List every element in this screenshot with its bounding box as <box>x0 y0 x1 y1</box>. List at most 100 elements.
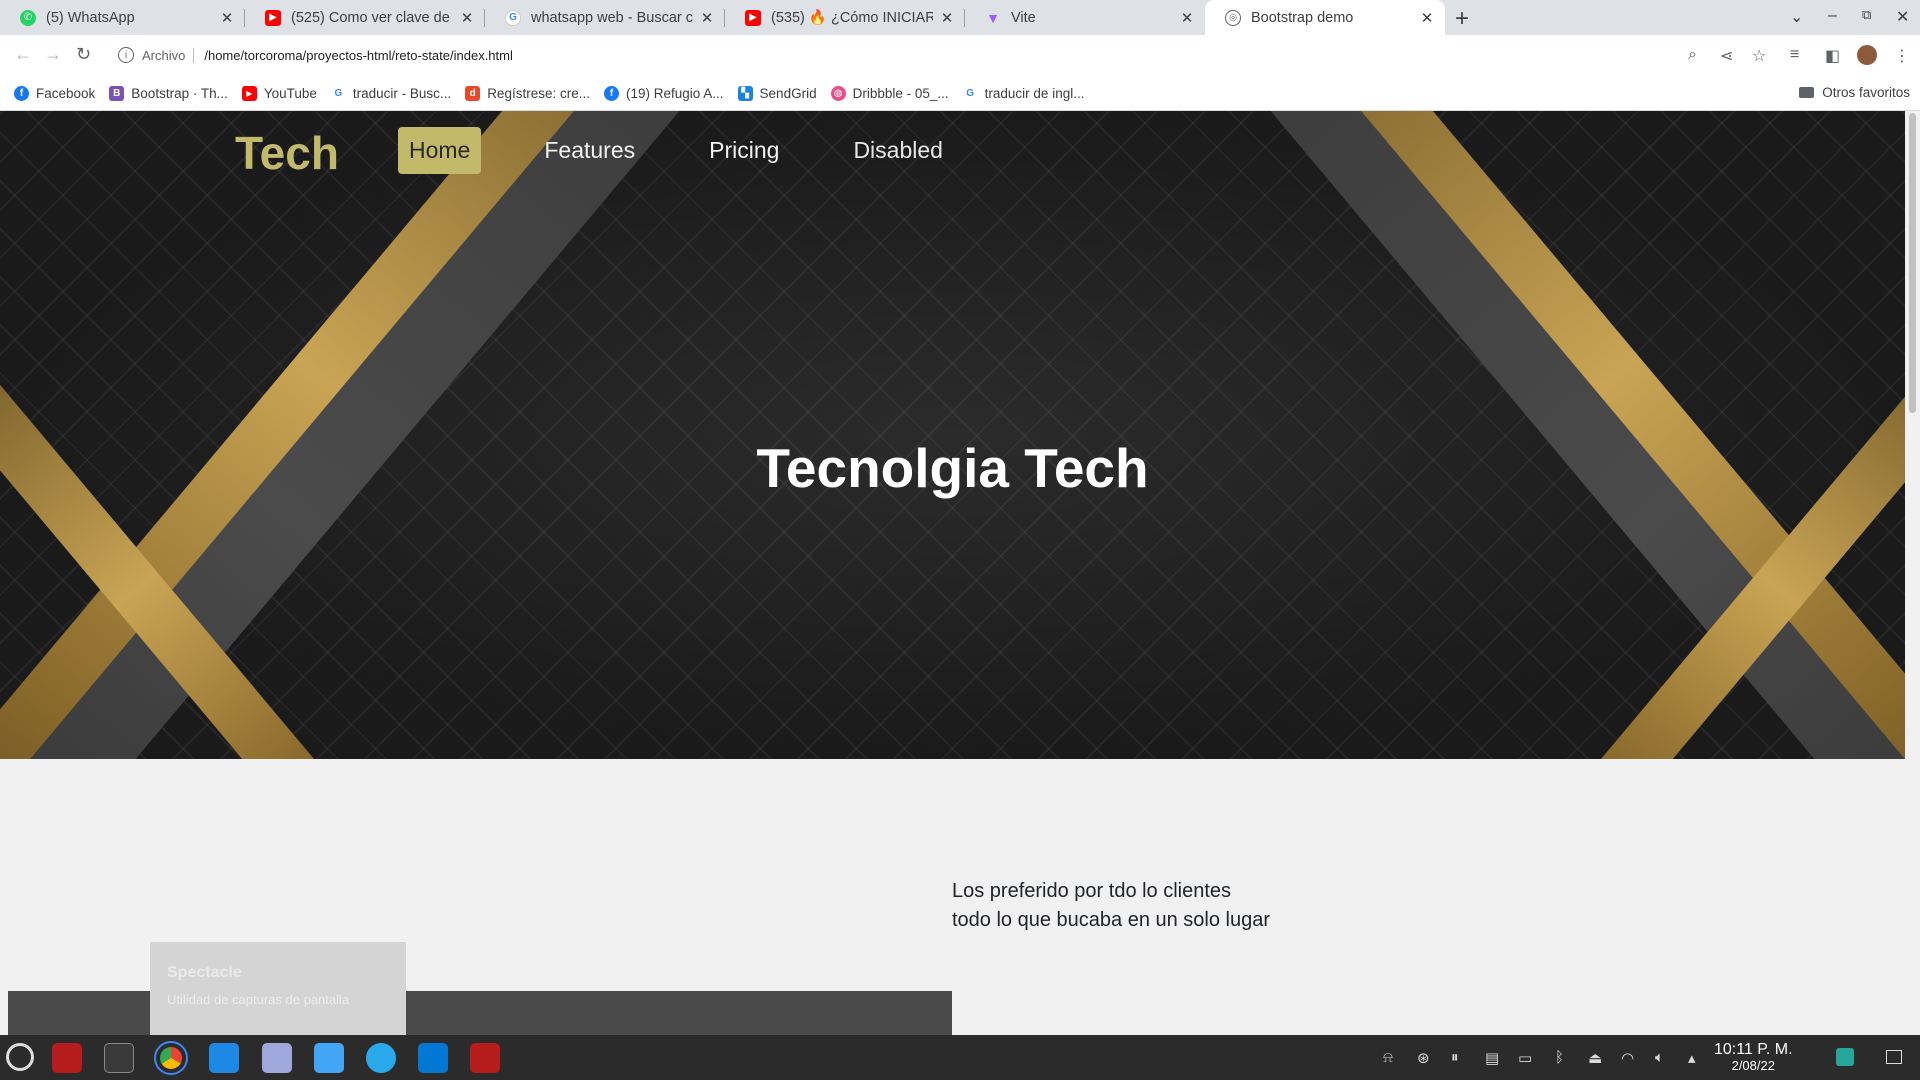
app-launcher-icon[interactable] <box>6 1043 34 1071</box>
google-icon: G <box>505 9 521 26</box>
vscode-icon[interactable] <box>418 1043 448 1073</box>
hero-title: Tecnolgia Tech <box>756 437 1149 499</box>
new-tab-button[interactable]: + <box>1455 5 1469 33</box>
bookmark-traducir-ingles[interactable]: G traducir de ingl... <box>962 85 1085 101</box>
file-manager-icon[interactable] <box>314 1043 344 1073</box>
share-icon[interactable]: ⋖ <box>1720 46 1733 66</box>
close-icon[interactable]: ✕ <box>1419 9 1435 27</box>
spectacle-icon[interactable] <box>262 1043 292 1073</box>
tab-title: (5) WhatsApp <box>46 9 135 26</box>
zoom-icon[interactable]: ⌕ <box>1688 46 1697 64</box>
back-icon[interactable]: ← <box>14 44 32 65</box>
system-taskbar: ⍾ ⊛ ⏸ ▤ ▭ ᛒ ⏏ ◠ 🔈︎ ▴ 10:11 P. M. 2/08/22 <box>0 1035 1920 1080</box>
nav-features[interactable]: Features <box>533 127 646 174</box>
address-bar[interactable]: i Archivo /home/torcoroma/proyectos-html… <box>110 40 1700 70</box>
bookmark-sendgrid[interactable]: ▚ SendGrid <box>737 85 817 101</box>
battery-icon[interactable]: ▭ <box>1518 1049 1532 1067</box>
bookmark-refugio[interactable]: f (19) Refugio A... <box>603 85 724 101</box>
bookmark-registrese[interactable]: d Regístrese: cre... <box>465 85 590 101</box>
bookmark-label: traducir de ingl... <box>984 85 1085 101</box>
bookmarks-bar: f Facebook B Bootstrap · Th... ▶ YouTube… <box>0 76 1920 111</box>
usb-icon[interactable]: ⏏ <box>1588 1049 1602 1067</box>
bookmark-bootstrap[interactable]: B Bootstrap · Th... <box>109 85 228 101</box>
clipboard-icon[interactable]: ▤ <box>1485 1049 1499 1067</box>
scrollbar-thumb[interactable] <box>1909 113 1916 413</box>
nav-disabled: Disabled <box>853 137 943 163</box>
terminal-icon[interactable] <box>470 1043 500 1073</box>
bookmark-youtube[interactable]: ▶ YouTube <box>241 85 317 101</box>
address-url[interactable]: /home/torcoroma/proyectos-html/reto-stat… <box>204 48 513 63</box>
close-icon[interactable]: ✕ <box>459 9 475 27</box>
nav-home[interactable]: Home <box>398 127 482 174</box>
bookmark-facebook[interactable]: f Facebook <box>14 85 96 101</box>
content-line-1: Los preferido por tdo lo clientes <box>952 880 1232 902</box>
show-desktop-icon[interactable] <box>1886 1050 1902 1064</box>
window-close-icon[interactable]: ✕ <box>1896 7 1909 27</box>
profile-avatar[interactable] <box>1857 45 1877 65</box>
tab-google-search[interactable]: G whatsapp web - Buscar c ✕ <box>485 0 725 35</box>
side-panel-icon[interactable]: ◧ <box>1825 46 1840 66</box>
other-bookmarks-label: Otros favoritos <box>1822 85 1910 100</box>
bookmark-label: Regístrese: cre... <box>487 85 590 101</box>
content-line-2: todo lo que bucaba en un solo lugar <box>952 909 1271 931</box>
youtube-icon: ▶ <box>745 9 761 26</box>
other-bookmarks[interactable]: Otros favoritos <box>1799 85 1910 100</box>
tray-expand-icon[interactable]: ▴ <box>1688 1049 1696 1067</box>
bluetooth-icon[interactable]: ᛒ <box>1555 1049 1564 1066</box>
close-icon[interactable]: ✕ <box>699 9 715 27</box>
bootstrap-icon: B <box>109 85 125 101</box>
tab-youtube-1[interactable]: ▶ (525) Como ver clave de ✕ <box>245 0 485 35</box>
system-monitor-icon[interactable] <box>52 1043 82 1073</box>
page-scrollbar[interactable] <box>1905 111 1920 1035</box>
nav-pricing[interactable]: Pricing <box>698 127 790 174</box>
app-tray-icon[interactable] <box>1836 1048 1854 1066</box>
navbar-brand[interactable]: Tech <box>235 126 339 180</box>
bookmark-star-icon[interactable]: ☆ <box>1752 46 1766 66</box>
youtube-icon: ▶ <box>265 9 281 26</box>
menu-icon[interactable]: ⋮ <box>1894 46 1910 66</box>
notifications-icon[interactable]: ⍾ <box>1383 1049 1393 1066</box>
volume-icon[interactable]: 🔈︎ <box>1655 1049 1664 1066</box>
globe-icon: ◎ <box>1225 9 1241 26</box>
dribbble-icon: ◍ <box>830 85 846 101</box>
settings-icon[interactable] <box>104 1043 134 1073</box>
tab-title: Vite <box>1011 9 1036 26</box>
media-control-icon[interactable]: ≡ <box>1790 46 1799 64</box>
tab-search-icon[interactable]: ⌄ <box>1790 7 1803 27</box>
site-info-icon[interactable]: i <box>118 47 134 63</box>
tab-vite[interactable]: ▼ Vite ✕ <box>965 0 1205 35</box>
update-icon[interactable]: ⊛ <box>1417 1049 1430 1067</box>
bookmark-dribbble[interactable]: ◍ Dribbble - 05_... <box>830 85 949 101</box>
close-icon[interactable]: ✕ <box>219 9 235 27</box>
vite-icon: ▼ <box>986 9 1000 26</box>
bookmark-label: Dribbble - 05_... <box>852 85 949 101</box>
media-pause-icon[interactable]: ⏸ <box>1451 1049 1459 1066</box>
youtube-icon: ▶ <box>241 85 257 101</box>
whatsapp-icon: ✆ <box>20 9 36 26</box>
wifi-icon[interactable]: ◠ <box>1621 1049 1634 1067</box>
telegram-icon[interactable] <box>366 1043 396 1073</box>
tab-youtube-2[interactable]: ▶ (535) 🔥 ¿Cómo INICIAR c ✕ <box>725 0 965 35</box>
close-icon[interactable]: ✕ <box>939 9 955 27</box>
google-icon: G <box>330 85 346 101</box>
bookmark-label: Bootstrap · Th... <box>131 85 228 101</box>
minimize-icon[interactable]: – <box>1828 7 1837 25</box>
clock[interactable]: 10:11 P. M. 2/08/22 <box>1714 1042 1793 1074</box>
tab-whatsapp[interactable]: ✆ (5) WhatsApp ✕ <box>0 0 245 35</box>
register-icon: d <box>465 85 481 101</box>
bookmark-traducir[interactable]: G traducir - Busc... <box>330 85 451 101</box>
bookmark-label: (19) Refugio A... <box>625 85 724 101</box>
forward-icon[interactable]: → <box>44 44 62 65</box>
tab-title: Bootstrap demo <box>1251 9 1354 26</box>
chrome-icon[interactable] <box>154 1041 188 1075</box>
close-icon[interactable]: ✕ <box>1179 9 1195 27</box>
reload-icon[interactable]: ↻ <box>76 44 91 65</box>
address-scheme: Archivo <box>142 47 195 63</box>
tab-title: (535) 🔥 ¿Cómo INICIAR c <box>771 10 933 26</box>
restore-icon[interactable]: ⧉ <box>1862 7 1871 23</box>
tooltip-subtitle: Utilidad de capturas de pantalla <box>167 992 350 1007</box>
bookmark-label: YouTube <box>263 85 317 101</box>
discover-icon[interactable] <box>209 1043 239 1073</box>
tab-bootstrap-demo[interactable]: ◎ Bootstrap demo ✕ <box>1205 0 1445 35</box>
bookmark-label: Facebook <box>36 85 96 101</box>
